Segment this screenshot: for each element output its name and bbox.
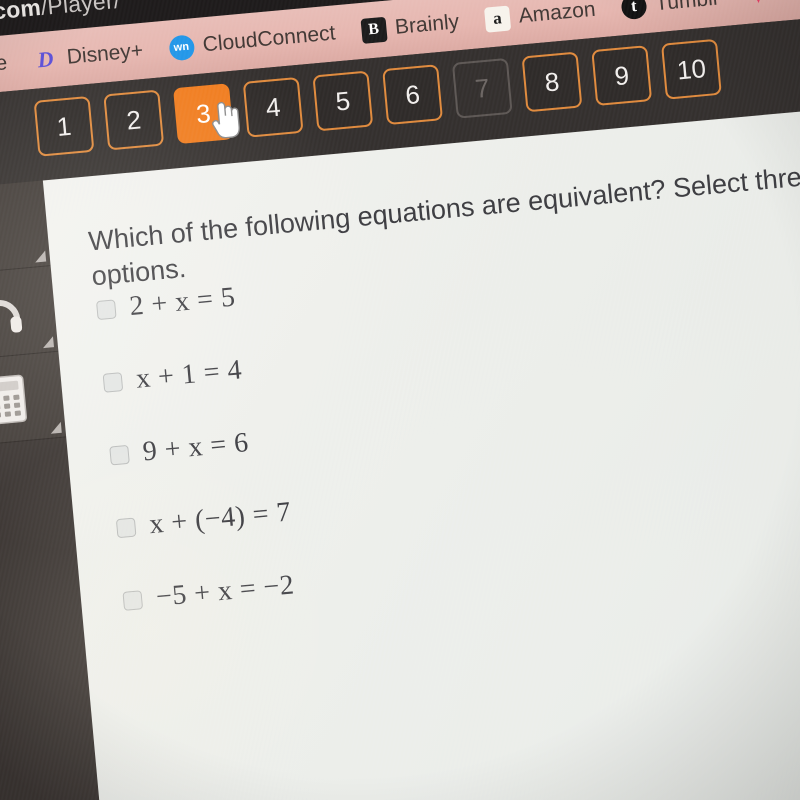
url-text: y.com/Player/ [0, 0, 121, 27]
bookmark-label: Tumblr [654, 0, 721, 16]
calculator-icon [0, 374, 27, 425]
bookmark-disney[interactable]: D Disney+ [32, 38, 144, 73]
option-checkbox[interactable] [95, 298, 117, 320]
photo-of-screen: y.com/Player/ Tube D Disney+ wn CloudCon… [0, 0, 800, 800]
bookmark-label: Amazon [517, 0, 597, 28]
option-checkbox[interactable] [115, 517, 137, 538]
calculator-tool-button[interactable] [0, 351, 67, 448]
hand-cursor-icon [212, 101, 240, 139]
question-button-2[interactable]: 2 [103, 89, 165, 151]
disney-icon: D [36, 46, 55, 73]
heart-icon: ♥ [744, 0, 771, 8]
amazon-icon: a [483, 5, 511, 33]
pointer-tool-button[interactable] [0, 180, 51, 277]
tumblr-icon: t [620, 0, 648, 20]
option-label: 9 + x = 6 [141, 426, 250, 468]
question-button-label: 3 [194, 97, 212, 129]
monitor-screen: y.com/Player/ Tube D Disney+ wn CloudCon… [0, 0, 800, 800]
question-button-4[interactable]: 4 [242, 76, 304, 138]
question-button-8[interactable]: 8 [521, 51, 583, 113]
bookmark-tumblr[interactable]: t Tumblr [620, 0, 721, 20]
bookmark-label: Disney+ [65, 38, 145, 69]
bookmark-label: Brainly [394, 10, 461, 39]
url-path: /Player/ [39, 0, 122, 20]
question-button-1[interactable]: 1 [33, 95, 95, 157]
cloudconnect-icon: wn [167, 33, 195, 61]
option-label: x + (−4) = 7 [148, 496, 293, 541]
bookmark-youtube[interactable]: Tube [0, 51, 8, 79]
option-checkbox[interactable] [122, 589, 144, 611]
bookmark-label: CloudConnect [201, 21, 337, 57]
question-button-10[interactable]: 10 [661, 38, 722, 100]
bookmark-cloudconnect[interactable]: wn CloudConnect [167, 21, 337, 61]
quiz-bottom-bar: Save and Exit [105, 792, 800, 800]
question-button-5[interactable]: 5 [312, 70, 374, 132]
option-checkbox[interactable] [102, 371, 124, 393]
bookmark-label: Tube [0, 51, 9, 79]
option-label: x + 1 = 4 [134, 354, 244, 395]
question-button-7: 7 [451, 57, 513, 119]
option-label: −5 + x = −2 [154, 569, 296, 613]
headphones-icon [0, 299, 23, 333]
audio-tool-button[interactable] [0, 266, 59, 362]
question-button-3[interactable]: 3 [173, 83, 240, 145]
quiz-content-panel: Which of the following equations are equ… [42, 99, 800, 800]
pointer-icon [0, 203, 16, 253]
question-button-6[interactable]: 6 [382, 64, 444, 126]
question-button-9[interactable]: 9 [591, 45, 653, 107]
option-checkbox[interactable] [109, 444, 130, 465]
bookmark-brainly[interactable]: B Brainly [360, 10, 460, 44]
url-host: y.com [0, 0, 43, 26]
bookmark-amazon[interactable]: a Amazon [483, 0, 597, 33]
options-list: 2 + x = 5 x + 1 = 4 9 + x = 6 x + (−4) =… [95, 219, 800, 657]
bookmark-we-heart-it[interactable]: ♥ We Heart It [744, 0, 800, 8]
bookmark-label: We Heart It [778, 0, 800, 5]
brainly-icon: B [360, 16, 388, 44]
